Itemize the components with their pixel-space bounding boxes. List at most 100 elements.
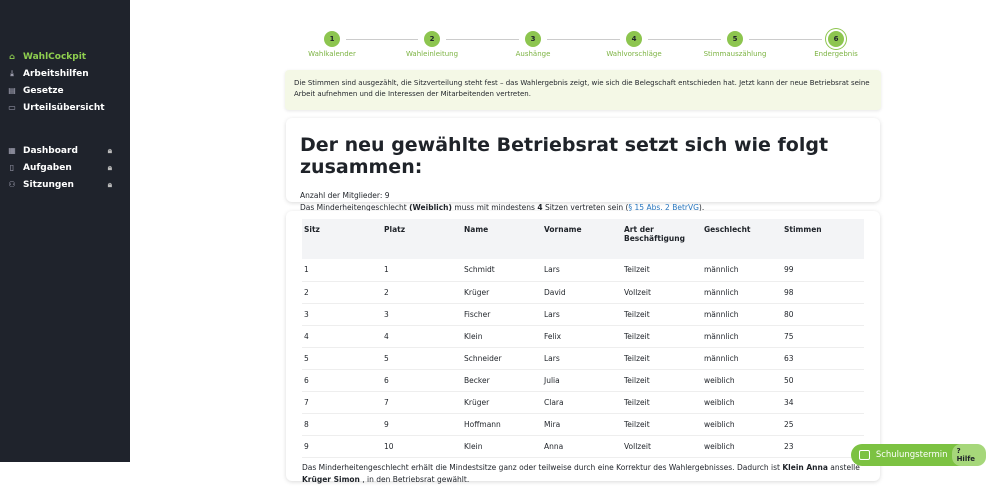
sidebar-item-arbeitshilfen[interactable]: ⤓ Arbeitshilfen bbox=[0, 65, 130, 82]
sidebar-item-dashboard[interactable]: ▦ Dashboard 🔒︎ bbox=[0, 142, 130, 159]
table-cell: 2 bbox=[382, 281, 462, 304]
sidebar: ⌂ WahlCockpit ⤓ Arbeitshilfen ▤ Gesetze ▭ Urtei… bbox=[0, 0, 130, 462]
table-cell: David bbox=[542, 281, 622, 304]
info-banner: Die Stimmen sind ausgezählt, die Sitzver… bbox=[285, 70, 881, 110]
correction-note: Das Minderheitengeschlecht erhält die Mi… bbox=[302, 462, 860, 484]
table-cell: Krüger bbox=[462, 281, 542, 304]
table-cell: 5 bbox=[382, 347, 462, 370]
step-label: Stimmauszählung bbox=[703, 50, 767, 58]
table-cell: 1 bbox=[382, 259, 462, 282]
table-cell: Vollzeit bbox=[622, 281, 702, 304]
table-cell: 50 bbox=[782, 369, 864, 392]
table-row: 5 5 Schneider Lars Teilzeit männlich 63 bbox=[302, 347, 864, 370]
sidebar-item-aufgaben[interactable]: ▯ Aufgaben 🔒︎ bbox=[0, 159, 130, 176]
table-cell: Teilzeit bbox=[622, 259, 702, 282]
step-label: Wahlkalender bbox=[308, 50, 356, 58]
table-cell: Vollzeit bbox=[622, 435, 702, 458]
table-cell: männlich bbox=[702, 303, 782, 326]
step-2[interactable]: 2 Wahleinleitung bbox=[387, 31, 477, 58]
step-5[interactable]: 5 Stimmauszählung bbox=[690, 31, 780, 58]
people-icon: ⚇ bbox=[8, 180, 16, 189]
table-cell: Julia bbox=[542, 369, 622, 392]
table-cell: weiblich bbox=[702, 391, 782, 414]
step-number: 5 bbox=[727, 31, 743, 47]
table-cell: männlich bbox=[702, 347, 782, 370]
step-3[interactable]: 3 Aushänge bbox=[488, 31, 578, 58]
table-cell: 3 bbox=[382, 303, 462, 326]
column-header: Sitz bbox=[302, 219, 382, 259]
table-cell: 99 bbox=[782, 259, 864, 282]
table-cell: Teilzeit bbox=[622, 347, 702, 370]
table-cell: Schneider bbox=[462, 347, 542, 370]
table-cell: Klein bbox=[462, 435, 542, 458]
table-cell: Schmidt bbox=[462, 259, 542, 282]
table-cell: Clara bbox=[542, 391, 622, 414]
table-cell: Teilzeit bbox=[622, 303, 702, 326]
column-header: Platz bbox=[382, 219, 462, 259]
column-header: Vorname bbox=[542, 219, 622, 259]
table-row: 4 4 Klein Felix Teilzeit männlich 75 bbox=[302, 325, 864, 348]
step-number: 3 bbox=[525, 31, 541, 47]
table-cell: 9 bbox=[382, 413, 462, 436]
table-row: 7 7 Krüger Clara Teilzeit weiblich 34 bbox=[302, 391, 864, 414]
sidebar-item-sitzungen[interactable]: ⚇ Sitzungen 🔒︎ bbox=[0, 176, 130, 193]
table-cell: 4 bbox=[302, 325, 382, 348]
step-number: 4 bbox=[626, 31, 642, 47]
step-number: 6 bbox=[828, 31, 844, 47]
lock-icon: 🔒︎ bbox=[107, 145, 112, 155]
table-cell: Krüger bbox=[462, 391, 542, 414]
sidebar-item-urteilsübersicht[interactable]: ▭ Urteilsübersicht bbox=[0, 99, 130, 116]
table-cell: 75 bbox=[782, 325, 864, 348]
step-1[interactable]: 1 Wahlkalender bbox=[287, 31, 377, 58]
table-cell: 34 bbox=[782, 391, 864, 414]
folder-icon: ▭ bbox=[8, 103, 16, 112]
table-cell: 9 bbox=[302, 435, 382, 458]
table-cell: männlich bbox=[702, 281, 782, 304]
table-row: 3 3 Fischer Lars Teilzeit männlich 80 bbox=[302, 303, 864, 326]
step-6[interactable]: 6 Endergebnis bbox=[791, 31, 881, 58]
table-cell: Felix bbox=[542, 325, 622, 348]
table-cell: 5 bbox=[302, 347, 382, 370]
lock-icon: 🔒︎ bbox=[107, 162, 112, 172]
table-cell: Mira bbox=[542, 413, 622, 436]
table-cell: 6 bbox=[302, 369, 382, 392]
table-cell: Teilzeit bbox=[622, 413, 702, 436]
table-cell: Teilzeit bbox=[622, 391, 702, 414]
table-cell: 98 bbox=[782, 281, 864, 304]
table-cell: männlich bbox=[702, 259, 782, 282]
step-4[interactable]: 4 Wahlvorschläge bbox=[589, 31, 679, 58]
table-cell: 2 bbox=[302, 281, 382, 304]
table-cell: Anna bbox=[542, 435, 622, 458]
step-number: 2 bbox=[424, 31, 440, 47]
help-icon: ? bbox=[956, 447, 961, 455]
dashboard-icon: ▦ bbox=[8, 146, 16, 155]
stepper: 1 Wahlkalender 2 Wahleinleitung 3 Aushänge 4 Wa… bbox=[290, 31, 880, 61]
table-cell: männlich bbox=[702, 325, 782, 348]
table-cell: weiblich bbox=[702, 435, 782, 458]
page-title: Der neu gewählte Betriebsrat setzt sich … bbox=[300, 134, 829, 178]
table-cell: Teilzeit bbox=[622, 325, 702, 348]
table-cell: 80 bbox=[782, 303, 864, 326]
step-label: Wahleinleitung bbox=[405, 50, 459, 58]
column-header: Geschlecht bbox=[702, 219, 782, 259]
sidebar-item-wahlcockpit[interactable]: ⌂ WahlCockpit bbox=[0, 48, 130, 65]
help-button[interactable]: ? Hilfe bbox=[951, 444, 986, 466]
table-cell: Hoffmann bbox=[462, 413, 542, 436]
step-number: 1 bbox=[324, 31, 340, 47]
home-icon: ⌂ bbox=[9, 52, 15, 61]
schulungstermin-button[interactable]: Schulungstermin ? Hilfe bbox=[851, 444, 986, 466]
sidebar-item-gesetze[interactable]: ▤ Gesetze bbox=[0, 82, 130, 99]
table-cell: Lars bbox=[542, 259, 622, 282]
download-icon: ⤓ bbox=[10, 68, 14, 78]
table-cell: Becker bbox=[462, 369, 542, 392]
table-cell: Lars bbox=[542, 303, 622, 326]
step-label: Aushänge bbox=[515, 50, 551, 58]
column-header: Name bbox=[462, 219, 542, 259]
table-row: 9 10 Klein Anna Vollzeit weiblich 23 bbox=[302, 435, 864, 458]
step-label: Wahlvorschläge bbox=[606, 50, 662, 58]
clipboard-icon: ▯ bbox=[9, 163, 15, 172]
table-cell: Lars bbox=[542, 347, 622, 370]
table-cell: 7 bbox=[302, 391, 382, 414]
column-header: Stimmen bbox=[782, 219, 864, 259]
calendar-icon bbox=[859, 450, 870, 460]
